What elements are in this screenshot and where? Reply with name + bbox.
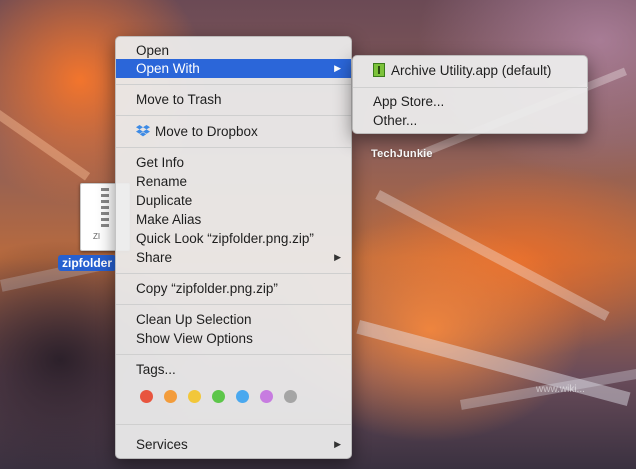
techjunkie-watermark: TechJunkie bbox=[371, 148, 433, 160]
menu-item-open-with[interactable]: Open With ▶ bbox=[116, 59, 351, 78]
menu-item-move-to-trash[interactable]: Move to Trash bbox=[116, 90, 351, 109]
menu-separator bbox=[116, 84, 351, 85]
menu-item-get-info[interactable]: Get Info bbox=[116, 153, 351, 172]
context-menu: Open Open With ▶ Move to Trash Move to D… bbox=[115, 36, 352, 459]
menu-item-label: Archive Utility.app (default) bbox=[391, 63, 552, 78]
menu-item-duplicate[interactable]: Duplicate bbox=[116, 191, 351, 210]
file-name-label[interactable]: zipfolder bbox=[58, 255, 116, 271]
menu-separator bbox=[116, 424, 351, 425]
menu-item-label: Services bbox=[136, 437, 188, 452]
menu-separator bbox=[353, 87, 588, 88]
menu-separator bbox=[116, 354, 351, 355]
menu-separator bbox=[116, 304, 351, 305]
triangle-right-icon: ▶ bbox=[334, 63, 341, 73]
menu-item-label: Share bbox=[136, 250, 173, 265]
submenu-item-app-store[interactable]: App Store... bbox=[353, 92, 587, 111]
menu-item-tags[interactable]: Tags... bbox=[116, 360, 351, 379]
submenu-item-other[interactable]: Other... bbox=[353, 111, 587, 130]
menu-separator bbox=[116, 273, 351, 274]
menu-item-label: Open With bbox=[136, 61, 200, 76]
dropbox-icon bbox=[136, 125, 150, 137]
menu-item-clean-up-selection[interactable]: Clean Up Selection bbox=[116, 310, 351, 329]
archive-utility-icon bbox=[373, 63, 385, 77]
menu-separator bbox=[116, 147, 351, 148]
wallpaper-ridge bbox=[0, 110, 91, 181]
tag-color-dot[interactable] bbox=[284, 390, 297, 403]
menu-item-share[interactable]: Share ▶ bbox=[116, 248, 351, 267]
menu-item-services[interactable]: Services ▶ bbox=[116, 435, 351, 454]
file-icon-text: ZI bbox=[93, 232, 101, 241]
submenu-item-archive-utility[interactable]: Archive Utility.app (default) bbox=[353, 61, 587, 80]
menu-item-rename[interactable]: Rename bbox=[116, 172, 351, 191]
menu-item-move-to-dropbox[interactable]: Move to Dropbox bbox=[116, 122, 351, 141]
menu-item-quick-look[interactable]: Quick Look “zipfolder.png.zip” bbox=[116, 229, 351, 248]
tag-color-dot[interactable] bbox=[164, 390, 177, 403]
menu-item-show-view-options[interactable]: Show View Options bbox=[116, 329, 351, 348]
tag-color-dot[interactable] bbox=[140, 390, 153, 403]
menu-item-label: Move to Dropbox bbox=[155, 124, 258, 139]
tag-color-dot[interactable] bbox=[260, 390, 273, 403]
open-with-submenu: Archive Utility.app (default) App Store.… bbox=[352, 55, 588, 134]
triangle-right-icon: ▶ bbox=[334, 252, 341, 262]
tag-color-dot[interactable] bbox=[236, 390, 249, 403]
triangle-right-icon: ▶ bbox=[334, 439, 341, 449]
wallpaper-ridge bbox=[375, 190, 610, 321]
menu-item-open[interactable]: Open bbox=[116, 41, 351, 60]
menu-separator bbox=[116, 115, 351, 116]
site-watermark: www.wiki... bbox=[536, 384, 585, 395]
zipper-icon bbox=[101, 188, 109, 228]
tag-color-dot[interactable] bbox=[212, 390, 225, 403]
menu-item-copy[interactable]: Copy “zipfolder.png.zip” bbox=[116, 279, 351, 298]
tag-color-dot[interactable] bbox=[188, 390, 201, 403]
menu-item-make-alias[interactable]: Make Alias bbox=[116, 210, 351, 229]
